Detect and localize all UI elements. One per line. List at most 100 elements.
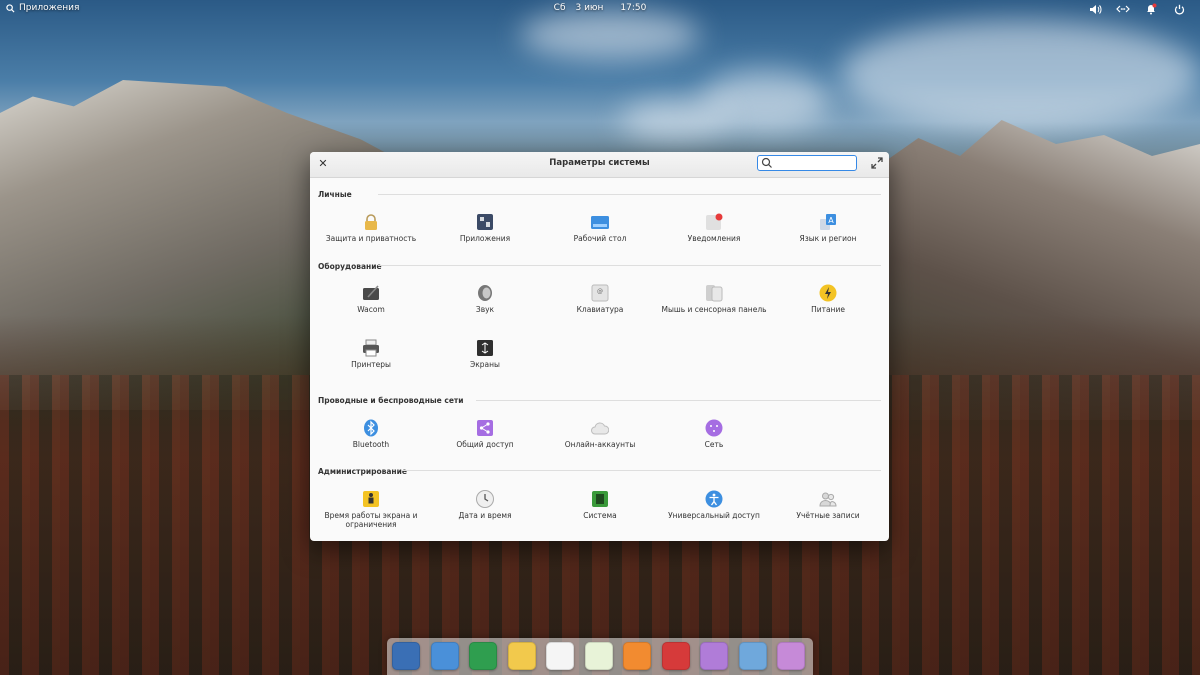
settings-item-applications[interactable]: Приложения [430, 213, 540, 243]
settings-item-desktop[interactable]: Рабочий стол [545, 213, 655, 243]
settings-item-label: Учётные записи [796, 511, 860, 520]
settings-item-label: Wacom [357, 305, 385, 314]
section-title-hardware: Оборудование [318, 262, 382, 271]
sharing-icon [477, 420, 493, 436]
section-divider [378, 265, 881, 266]
settings-item-datetime[interactable]: Дата и время [430, 490, 540, 520]
settings-item-label: Принтеры [351, 360, 391, 369]
videos-icon[interactable] [661, 642, 690, 670]
applications-icon [477, 214, 493, 230]
section-title-admin: Администрирование [318, 467, 407, 476]
datetime-indicator[interactable]: Сб 3 июн 17:50 [0, 3, 1200, 13]
section-title-network: Проводные и беспроводные сети [318, 396, 464, 405]
screen-time-icon [363, 491, 379, 507]
appcenter-icon[interactable] [777, 642, 805, 670]
settings-item-power[interactable]: Питание [773, 284, 883, 314]
settings-item-sound[interactable]: Звук [430, 284, 540, 314]
keyboard-icon: @ [591, 284, 609, 302]
accessibility-icon [705, 490, 723, 508]
svg-text:A: A [828, 216, 834, 225]
clock-icon [476, 490, 494, 508]
system-tray [1088, 3, 1186, 15]
settings-item-label: Защита и приватность [325, 234, 417, 243]
settings-item-wacom[interactable]: Wacom [316, 284, 426, 314]
settings-item-label: Мышь и сенсорная панель [661, 305, 767, 314]
display-icon [477, 340, 493, 356]
settings-item-label: Универсальный доступ [668, 511, 760, 520]
tablet-icon [363, 285, 379, 300]
search-input[interactable] [774, 157, 852, 168]
users-icon [819, 492, 837, 507]
network-icon [705, 419, 723, 437]
bluetooth-icon [364, 419, 378, 437]
speaker-icon [478, 285, 492, 301]
settings-item-printers[interactable]: Принтеры [316, 339, 426, 369]
settings-item-notifications[interactable]: Уведомления [659, 213, 769, 243]
system-settings-window: ✕ Параметры системы Личные Защита и прив… [310, 152, 889, 541]
date-day: Сб [553, 3, 566, 13]
settings-item-label: Сеть [704, 440, 724, 449]
section-title-personal: Личные [318, 190, 352, 199]
web-browser-icon[interactable] [469, 642, 497, 670]
settings-item-label: Питание [811, 305, 845, 314]
music-icon[interactable] [623, 642, 651, 670]
notifications-icon[interactable] [1144, 3, 1158, 15]
settings-item-label: Экраны [470, 360, 500, 369]
multitasking-view-icon[interactable] [392, 642, 420, 670]
network-icon[interactable] [1116, 3, 1130, 15]
mail-icon[interactable] [507, 642, 536, 670]
files-icon[interactable] [430, 642, 459, 670]
settings-item-users[interactable]: Учётные записи [773, 490, 883, 520]
search-icon [761, 157, 772, 168]
titlebar: ✕ Параметры системы [310, 152, 889, 178]
settings-item-system[interactable]: Система [545, 490, 655, 520]
settings-item-network[interactable]: Сеть [659, 419, 769, 449]
settings-item-displays[interactable]: Экраны [430, 339, 540, 369]
settings-item-keyboard[interactable]: @ Клавиатура [545, 284, 655, 314]
settings-item-label: Общий доступ [456, 440, 514, 449]
settings-item-label: Bluetooth [352, 440, 390, 449]
settings-item-label: Язык и регион [799, 234, 857, 243]
tasks-icon[interactable] [546, 642, 574, 670]
settings-item-accessibility[interactable]: Универсальный доступ [659, 490, 769, 520]
power-icon[interactable] [1172, 3, 1186, 15]
calendar-icon[interactable] [584, 642, 613, 670]
power-icon [819, 284, 837, 302]
cloud-icon [591, 422, 609, 435]
dock [387, 638, 813, 675]
settings-item-online-accounts[interactable]: Онлайн-аккаунты [545, 419, 655, 449]
settings-item-label: Звук [475, 305, 495, 314]
printer-icon [363, 339, 379, 357]
system-icon [592, 491, 608, 507]
mouse-icon [706, 285, 723, 302]
settings-item-label: Клавиатура [576, 305, 624, 314]
lock-icon [365, 214, 377, 230]
photos-icon[interactable] [700, 642, 728, 670]
settings-item-screen-time[interactable]: Время работы экрана и ограничения [316, 490, 426, 529]
time: 17:50 [620, 3, 647, 13]
settings-item-language[interactable]: A Язык и регион [773, 213, 883, 243]
date-date: 3 июн [575, 3, 604, 13]
top-panel: Приложения Сб 3 июн 17:50 [0, 0, 1200, 18]
section-divider [402, 470, 881, 471]
settings-item-sharing[interactable]: Общий доступ [430, 419, 540, 449]
settings-item-label: Рабочий стол [573, 234, 627, 243]
settings-item-label: Приложения [459, 234, 511, 243]
settings-item-label: Дата и время [458, 511, 512, 520]
settings-item-label: Онлайн-аккаунты [564, 440, 636, 449]
settings-item-bluetooth[interactable]: Bluetooth [316, 419, 426, 449]
section-divider [378, 194, 881, 195]
notifications-icon [706, 213, 723, 230]
language-icon: A [820, 214, 836, 230]
maximize-icon[interactable] [871, 157, 883, 169]
settings-icon[interactable] [738, 642, 767, 670]
settings-item-label: Уведомления [687, 234, 741, 243]
settings-item-mouse[interactable]: Мышь и сенсорная панель [659, 284, 769, 314]
desktop-icon [591, 216, 609, 229]
section-divider [476, 400, 881, 401]
svg-text:@: @ [597, 288, 603, 295]
volume-icon[interactable] [1088, 3, 1102, 15]
settings-item-label: Время работы экрана и ограничения [324, 511, 418, 529]
settings-item-security[interactable]: Защита и приватность [316, 213, 426, 243]
search-box[interactable] [757, 155, 857, 171]
